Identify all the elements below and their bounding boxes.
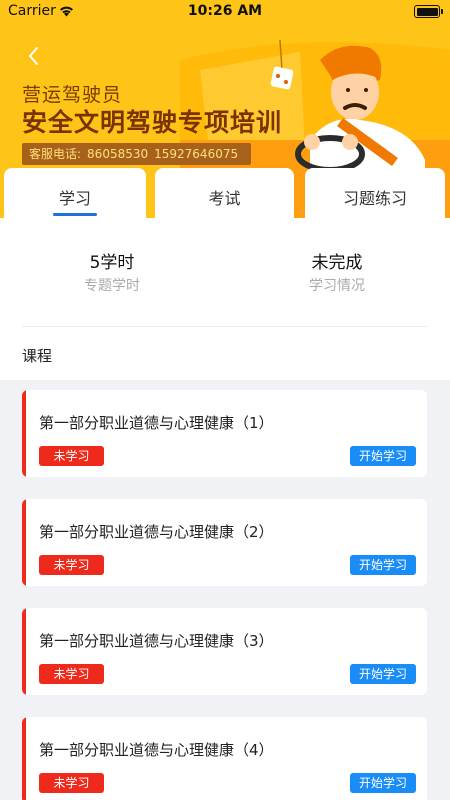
list-item[interactable]: 第一部分职业道德与心理健康（4） 未学习 开始学习 (22, 717, 427, 800)
tab-label: 学习 (58, 189, 91, 208)
progress-label: 学习情况 (309, 278, 365, 294)
divider (22, 326, 428, 327)
page: Carrier 10:26 AM 营运驾驶员 安全文明驾驶专项培训 客服电话: … (0, 0, 450, 800)
progress-value: 未完成 (311, 253, 363, 273)
status-bar: Carrier 10:26 AM (0, 0, 450, 24)
status-badge: 未学习 (39, 446, 104, 466)
service-hotline: 客服电话: 86058530 15927646075 (22, 143, 252, 165)
tab-exam[interactable]: 考试 (155, 168, 294, 224)
tab-label: 考试 (208, 189, 241, 208)
page-title: 安全文明驾驶专项培训 (22, 108, 283, 137)
back-button[interactable] (22, 44, 46, 68)
status-badge: 未学习 (39, 555, 104, 575)
course-title: 第一部分职业道德与心理健康（2） (39, 523, 274, 541)
tab-label: 习题练习 (342, 189, 407, 208)
start-study-button[interactable]: 开始学习 (350, 773, 416, 793)
hotline-phone-1[interactable]: 86058530 (87, 147, 148, 161)
course-title: 第一部分职业道德与心理健康（3） (39, 632, 274, 650)
start-study-button[interactable]: 开始学习 (350, 555, 416, 575)
status-badge: 未学习 (39, 773, 104, 793)
list-item[interactable]: 第一部分职业道德与心理健康（1） 未学习 开始学习 (22, 390, 427, 477)
hours-stat: 5学时 专题学时 (12, 248, 212, 295)
tab-bar: 学习 考试 习题练习 (0, 168, 450, 224)
chevron-left-icon (29, 47, 38, 65)
hotline-label: 客服电话: (29, 147, 82, 161)
course-title: 第一部分职业道德与心理健康（1） (39, 414, 274, 432)
study-summary: 5学时 专题学时 未完成 学习情况 课程 (0, 218, 450, 380)
course-title: 第一部分职业道德与心理健康（4） (39, 741, 274, 759)
hours-label: 专题学时 (84, 278, 140, 294)
start-study-button[interactable]: 开始学习 (350, 446, 416, 466)
hotline-phone-2[interactable]: 15927646075 (154, 147, 238, 161)
status-badge: 未学习 (39, 664, 104, 684)
tab-study[interactable]: 学习 (4, 168, 146, 224)
list-item[interactable]: 第一部分职业道德与心理健康（3） 未学习 开始学习 (22, 608, 427, 695)
clock: 10:26 AM (187, 3, 263, 19)
progress-stat: 未完成 学习情况 (237, 248, 437, 295)
active-tab-indicator (53, 213, 97, 216)
battery-icon (414, 5, 443, 18)
section-title: 课程 (22, 347, 53, 365)
start-study-button[interactable]: 开始学习 (350, 664, 416, 684)
tab-practice[interactable]: 习题练习 (305, 168, 445, 224)
list-item[interactable]: 第一部分职业道德与心理健康（2） 未学习 开始学习 (22, 499, 427, 586)
hours-value: 5学时 (89, 253, 135, 273)
